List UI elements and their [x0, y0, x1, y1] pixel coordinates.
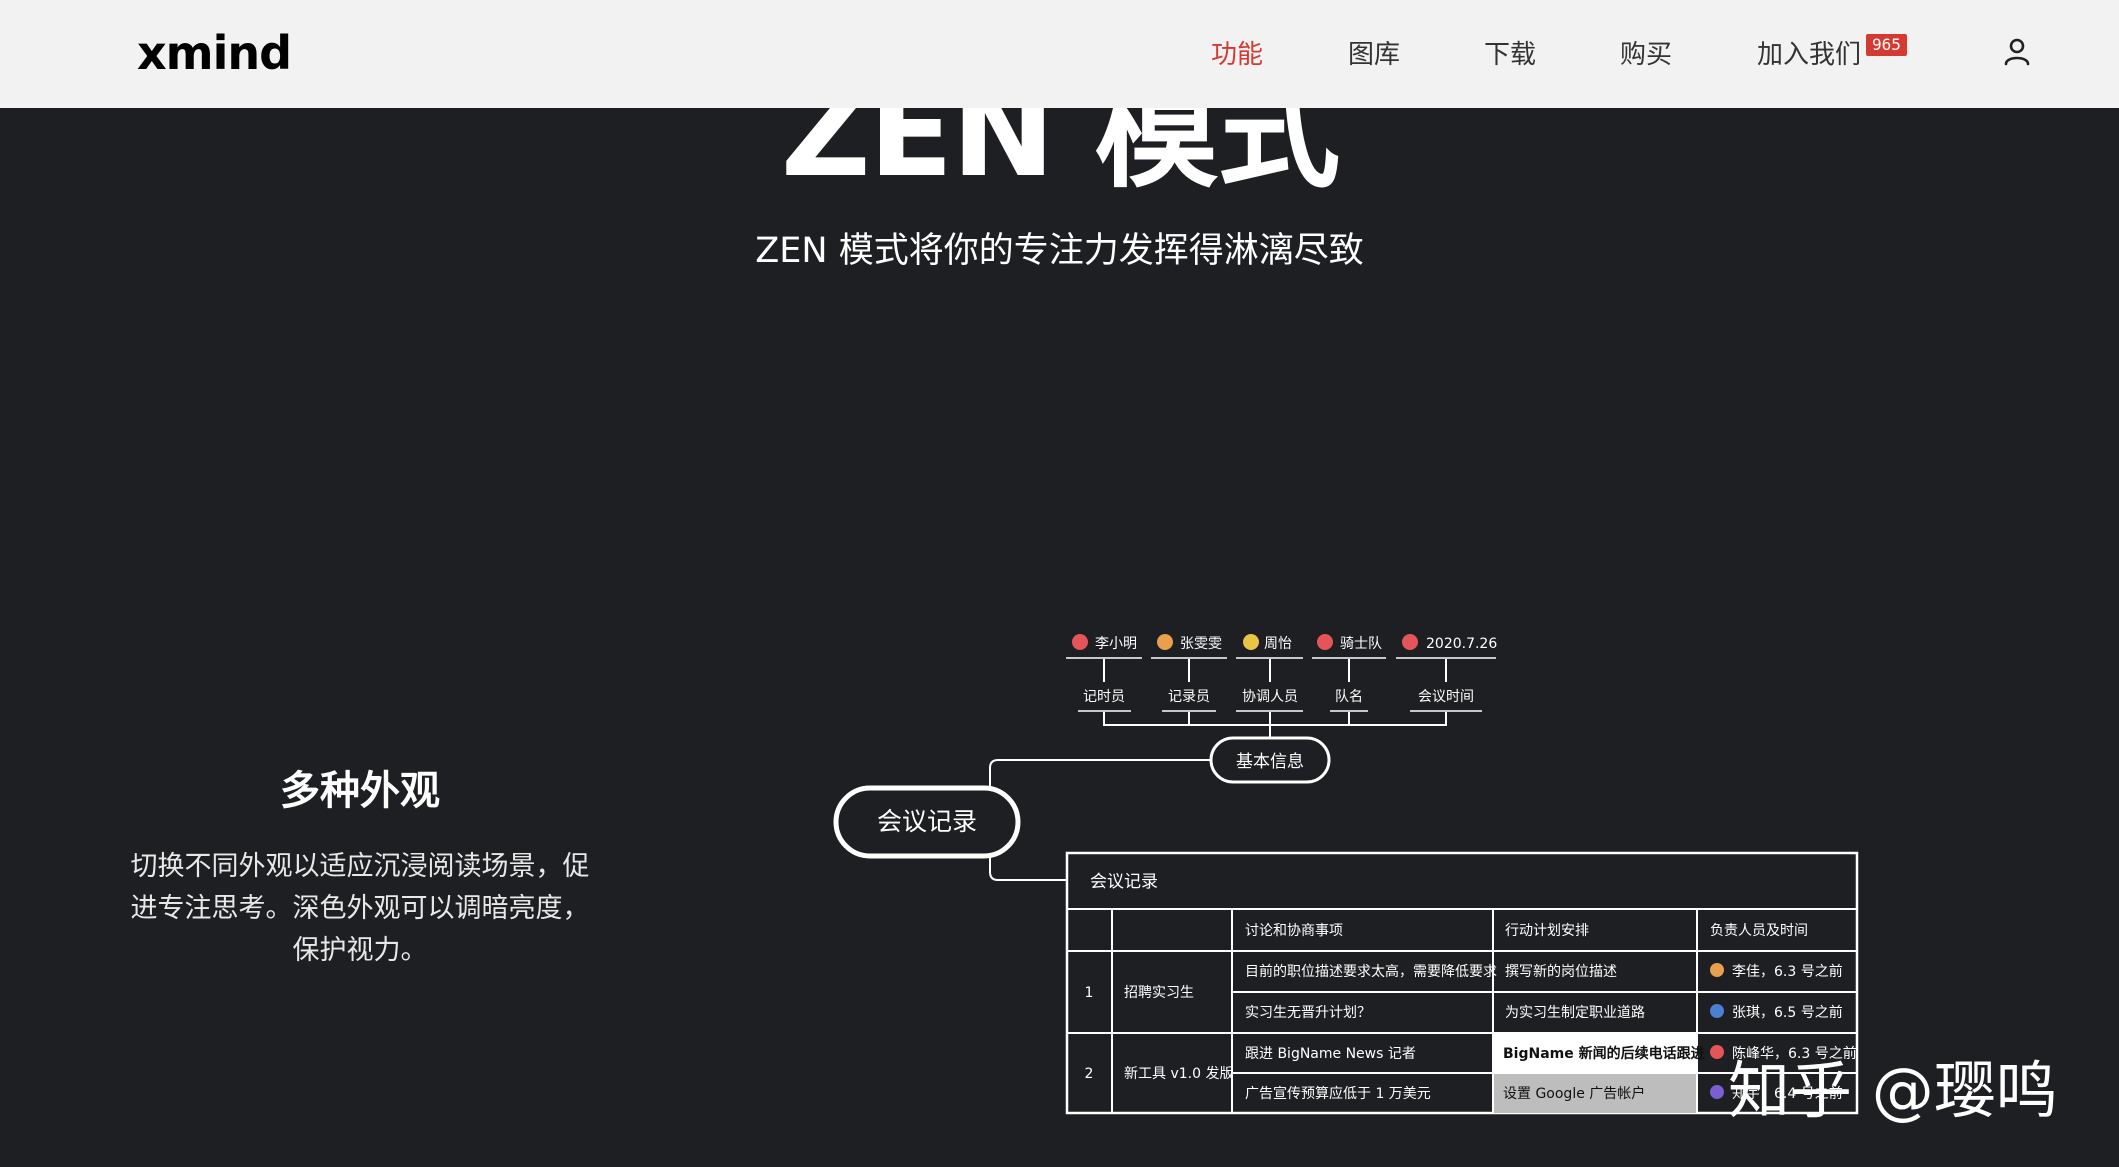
table-cell: 实习生无晋升计划？	[1245, 1005, 1371, 1021]
table-cell: 李佳，6.3 号之前	[1732, 963, 1843, 980]
zhihu-watermark: 知乎 @璎鸣	[1728, 1054, 2058, 1127]
nav-item-buy[interactable]: 购买	[1620, 34, 1672, 71]
mm-role-label: 会议时间	[1418, 689, 1474, 705]
table-cell: BigName 新闻的后续电话跟进	[1503, 1045, 1705, 1062]
mm-top-label: 张雯雯	[1180, 636, 1222, 652]
table-group-name: 招聘实习生	[1124, 985, 1194, 1001]
mm-top-label: 周怡	[1264, 636, 1292, 652]
nav-item-gallery[interactable]: 图库	[1348, 34, 1400, 71]
person-icon	[1072, 634, 1088, 650]
person-icon	[1710, 1004, 1724, 1018]
table-header: 负责人员及时间	[1710, 923, 1808, 939]
clock-icon	[1402, 634, 1418, 650]
mm-role-label: 协调人员	[1242, 689, 1298, 705]
table-cell: 目前的职位描述要求太高，需要降低要求	[1245, 963, 1497, 980]
person-icon	[1710, 1045, 1724, 1059]
top-navigation: xmind 功能 图库 下载 购买 加入我们 965	[0, 0, 2119, 108]
join-us-badge: 965	[1866, 34, 1907, 56]
xmind-logo[interactable]: xmind	[137, 26, 292, 80]
table-cell: 设置 Google 广告帐户	[1503, 1085, 1645, 1102]
mm-role-label: 队名	[1335, 689, 1363, 705]
mm-top-label: 李小明	[1095, 636, 1137, 652]
table-group-name: 新工具 v1.0 发版	[1124, 1066, 1233, 1082]
mm-top-label: 骑士队	[1340, 636, 1382, 652]
mm-role-label: 记录员	[1168, 689, 1210, 705]
mm-top-label: 2020.7.26	[1426, 636, 1497, 652]
table-group-num: 2	[1085, 1066, 1094, 1082]
person-icon	[1710, 963, 1724, 977]
person-icon	[1243, 634, 1259, 650]
basic-info-label: 基本信息	[1236, 752, 1304, 772]
table-header: 讨论和协商事项	[1245, 923, 1343, 939]
person-icon	[1710, 1085, 1724, 1099]
table-header: 行动计划安排	[1505, 923, 1589, 939]
person-icon	[1157, 634, 1173, 650]
nav-item-download[interactable]: 下载	[1484, 34, 1536, 71]
table-group-num: 1	[1085, 985, 1094, 1001]
table-title: 会议记录	[1090, 872, 1158, 892]
table-cell: 跟进 BigName News 记者	[1245, 1046, 1416, 1062]
table-cell: 为实习生制定职业道路	[1505, 1005, 1645, 1021]
nav-item-join-us[interactable]: 加入我们	[1757, 34, 1861, 71]
flag-icon	[1317, 634, 1333, 650]
table-cell: 张琪，6.5 号之前	[1732, 1004, 1843, 1021]
nav-item-features[interactable]: 功能	[1211, 34, 1263, 71]
user-icon[interactable]	[1999, 34, 2035, 70]
mm-role-label: 记时员	[1083, 689, 1125, 705]
root-label: 会议记录	[877, 807, 977, 836]
table-cell: 广告宣传预算应低于 1 万美元	[1245, 1085, 1431, 1102]
table-cell: 撰写新的岗位描述	[1505, 964, 1617, 980]
